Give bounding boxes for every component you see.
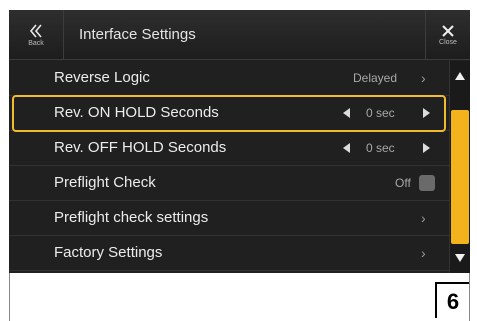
triangle-up-icon — [455, 72, 465, 80]
close-icon — [442, 24, 454, 37]
row-label: Reverse Logic — [54, 69, 150, 86]
row-value: 0 sec — [366, 141, 395, 155]
row-rev-off-hold-seconds[interactable]: Rev. OFF HOLD Seconds 0 sec — [9, 131, 449, 166]
back-label: Back — [28, 39, 44, 47]
triangle-down-icon — [455, 254, 465, 262]
row-label: Rev. OFF HOLD Seconds — [54, 139, 227, 156]
close-button[interactable]: Close — [425, 10, 470, 59]
row-value: Delayed — [353, 71, 398, 85]
scrollbar-thumb[interactable] — [451, 110, 469, 244]
row-value: Off — [395, 176, 411, 190]
close-label: Close — [439, 38, 457, 46]
row-reverse-logic[interactable]: Reverse Logic Delayed › — [9, 61, 449, 96]
row-value: 0 sec — [366, 106, 395, 120]
back-button[interactable]: Back — [9, 10, 64, 59]
scroll-down-button[interactable] — [450, 243, 470, 273]
page-outline — [9, 273, 470, 321]
decrease-arrow-icon[interactable] — [343, 143, 350, 153]
row-rev-on-hold-seconds[interactable]: Rev. ON HOLD Seconds 0 sec — [9, 95, 449, 132]
settings-screen: Back Interface Settings Close Reverse Lo… — [9, 10, 470, 273]
page-number: 6 — [435, 282, 469, 318]
increase-arrow-icon[interactable] — [423, 143, 430, 153]
row-label: Rev. ON HOLD Seconds — [54, 104, 219, 121]
increase-arrow-icon[interactable] — [423, 108, 430, 118]
decrease-arrow-icon[interactable] — [343, 108, 350, 118]
double-chevron-left-icon — [29, 23, 42, 38]
row-preflight-check-settings[interactable]: Preflight check settings › — [9, 201, 449, 236]
chevron-right-icon: › — [421, 245, 426, 261]
chevron-right-icon: › — [421, 210, 426, 226]
page-title: Interface Settings — [79, 26, 196, 43]
row-label: Preflight Check — [54, 174, 156, 191]
preflight-checkbox[interactable] — [419, 175, 435, 191]
row-preflight-check[interactable]: Preflight Check Off — [9, 166, 449, 201]
row-factory-settings[interactable]: Factory Settings › — [9, 236, 449, 271]
row-label: Factory Settings — [54, 244, 163, 261]
scrollbar[interactable] — [449, 61, 470, 273]
scroll-up-button[interactable] — [450, 61, 470, 91]
chevron-right-icon: › — [421, 70, 426, 86]
header-bar: Back Interface Settings Close — [9, 10, 470, 60]
settings-list: Reverse Logic Delayed › Rev. ON HOLD Sec… — [9, 61, 449, 273]
row-label: Preflight check settings — [54, 209, 209, 226]
